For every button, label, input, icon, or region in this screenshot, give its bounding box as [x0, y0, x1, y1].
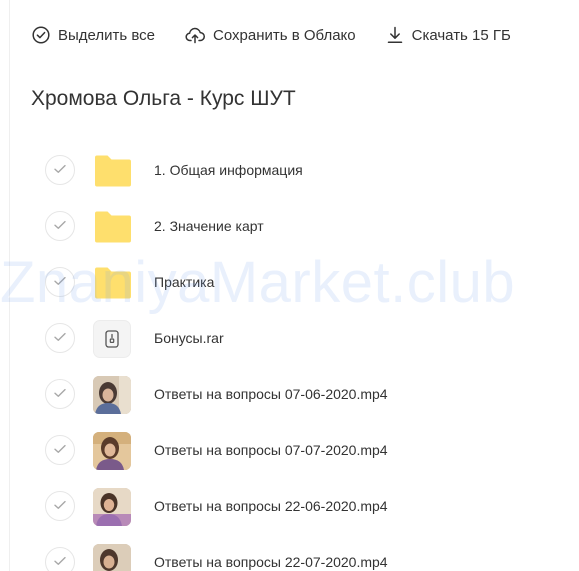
- toolbar: Выделить все Сохранить в Облако Скачать …: [32, 22, 541, 48]
- video-thumbnail: [93, 544, 131, 571]
- folder-icon: [93, 151, 133, 191]
- list-item[interactable]: 2. Значение карт: [44, 199, 564, 255]
- file-name[interactable]: Бонусы.rar: [154, 330, 224, 346]
- row-checkbox[interactable]: [45, 155, 75, 185]
- row-checkbox[interactable]: [45, 379, 75, 409]
- list-item[interactable]: Ответы на вопросы 07-07-2020.mp4: [44, 423, 564, 479]
- checkmark-icon: [54, 273, 66, 291]
- checkmark-icon: [54, 217, 66, 235]
- select-all-button[interactable]: Выделить все: [32, 26, 155, 44]
- check-circle-icon: [32, 26, 58, 44]
- list-item[interactable]: Ответы на вопросы 22-07-2020.mp4: [44, 535, 564, 571]
- download-button[interactable]: Скачать 15 ГБ: [386, 26, 511, 44]
- list-item[interactable]: Бонусы.rar: [44, 311, 564, 367]
- file-name[interactable]: Ответы на вопросы 22-06-2020.mp4: [154, 498, 388, 514]
- file-name[interactable]: Ответы на вопросы 07-06-2020.mp4: [154, 386, 388, 402]
- file-name[interactable]: 1. Общая информация: [154, 162, 303, 178]
- list-item[interactable]: Ответы на вопросы 07-06-2020.mp4: [44, 367, 564, 423]
- row-checkbox[interactable]: [45, 547, 75, 571]
- download-label: Скачать 15 ГБ: [411, 26, 511, 44]
- checkmark-icon: [54, 329, 66, 347]
- video-thumbnail: [93, 376, 131, 414]
- file-name[interactable]: 2. Значение карт: [154, 218, 264, 234]
- checkmark-icon: [54, 441, 66, 459]
- page-title: Хромова Ольга - Курс ШУТ: [31, 87, 296, 110]
- video-thumbnail: [93, 488, 131, 526]
- file-list: 1. Общая информация 2. Значение карт Пра…: [44, 143, 564, 571]
- list-item[interactable]: Практика: [44, 255, 564, 311]
- list-item[interactable]: 1. Общая информация: [44, 143, 564, 199]
- save-to-cloud-label: Сохранить в Облако: [213, 26, 356, 44]
- row-checkbox[interactable]: [45, 491, 75, 521]
- page: Выделить все Сохранить в Облако Скачать …: [0, 0, 579, 571]
- file-name[interactable]: Ответы на вопросы 07-07-2020.mp4: [154, 442, 388, 458]
- row-checkbox[interactable]: [45, 267, 75, 297]
- row-checkbox[interactable]: [45, 211, 75, 241]
- select-all-label: Выделить все: [58, 26, 156, 44]
- list-item[interactable]: Ответы на вопросы 22-06-2020.mp4: [44, 479, 564, 535]
- folder-icon: [93, 207, 133, 247]
- download-icon: [386, 26, 412, 44]
- save-to-cloud-button[interactable]: Сохранить в Облако: [185, 26, 356, 44]
- file-name[interactable]: Практика: [154, 274, 214, 290]
- video-thumbnail: [93, 432, 131, 470]
- archive-icon: [93, 320, 131, 358]
- checkmark-icon: [54, 553, 66, 571]
- checkmark-icon: [54, 497, 66, 515]
- file-name[interactable]: Ответы на вопросы 22-07-2020.mp4: [154, 554, 388, 570]
- panel-edge: [9, 0, 10, 571]
- folder-icon: [93, 263, 133, 303]
- checkmark-icon: [54, 161, 66, 179]
- row-checkbox[interactable]: [45, 435, 75, 465]
- checkmark-icon: [54, 385, 66, 403]
- cloud-upload-icon: [185, 26, 213, 44]
- row-checkbox[interactable]: [45, 323, 75, 353]
